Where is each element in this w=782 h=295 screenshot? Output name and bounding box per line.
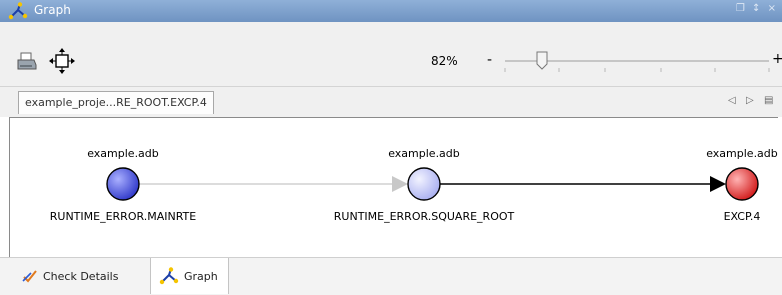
call-graph: example.adb RUNTIME_ERROR.MAINRTE example.… (50, 147, 778, 223)
file-tab[interactable]: example_proje...RE_ROOT.EXCP.4 (18, 91, 214, 114)
window-title: Graph (34, 3, 71, 17)
zoom-level-label: 82% (431, 54, 458, 68)
graph-edge-arrowhead-0 (392, 176, 408, 192)
tab-graph[interactable]: Graph (150, 258, 229, 294)
graph-node-name-label: EXCP.4 (724, 210, 761, 223)
zoom-out-button[interactable]: - (487, 52, 492, 68)
window-titlebar: Graph ❐ ↕ × (0, 0, 782, 22)
fit-to-window-icon[interactable] (48, 47, 76, 75)
tab-list-menu-button[interactable]: ▤ (764, 95, 773, 106)
window-controls[interactable]: ❐ ↕ × (736, 3, 778, 14)
graph-app-icon (8, 2, 28, 20)
graph-edge-arrowhead-1 (710, 176, 726, 192)
graph-node-name-label: RUNTIME_ERROR.SQUARE_ROOT (334, 210, 515, 223)
graph-node-file-label: example.adb (87, 147, 159, 160)
check-details-icon (22, 270, 37, 283)
bottom-tab-bar: Check Details Graph (0, 257, 782, 295)
graph-node-2[interactable] (725, 167, 759, 201)
graph-node-file-label: example.adb (706, 147, 778, 160)
tab-check-details[interactable]: Check Details (14, 258, 128, 294)
tab-next-button[interactable]: ▷ (746, 95, 754, 106)
graph-canvas[interactable]: example.adb RUNTIME_ERROR.MAINRTE example.… (9, 117, 778, 258)
graph-node-1[interactable] (407, 167, 441, 201)
zoom-in-button[interactable]: + (772, 51, 782, 67)
zoom-slider[interactable] (503, 50, 771, 80)
file-tab-row: example_proje...RE_ROOT.EXCP.4 ◁ ▷ ▤ (0, 87, 782, 117)
graph-icon (159, 267, 179, 285)
zoom-slider-thumb (536, 51, 548, 70)
graph-node-name-label: RUNTIME_ERROR.MAINRTE (50, 210, 197, 223)
tab-graph-label: Graph (184, 269, 218, 283)
graph-node-file-label: example.adb (388, 147, 460, 160)
tab-prev-button[interactable]: ◁ (728, 95, 736, 106)
tab-check-details-label: Check Details (43, 269, 119, 283)
print-icon[interactable] (16, 50, 38, 72)
graph-toolbar: 82% - + (0, 22, 782, 87)
graph-node-0[interactable] (106, 167, 140, 201)
